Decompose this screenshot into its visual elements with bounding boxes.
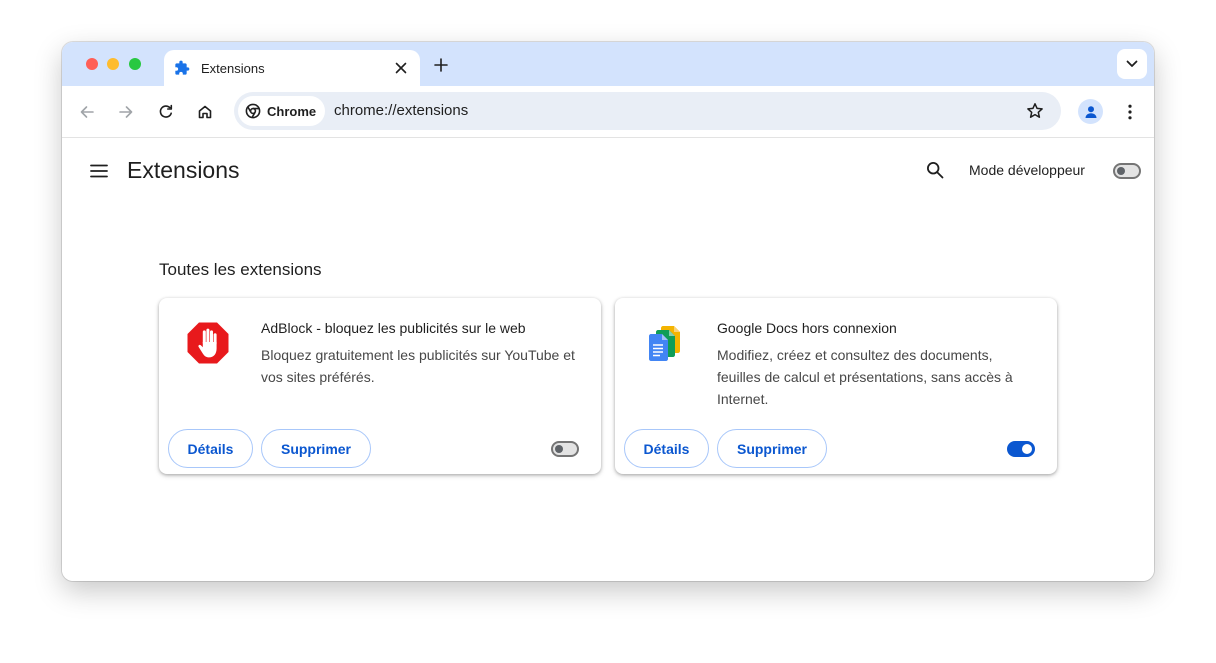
puzzle-icon (174, 60, 190, 76)
browser-window: Extensions Chrome chrome://extensions Ex… (62, 42, 1154, 581)
bookmark-button[interactable] (1024, 100, 1046, 122)
home-button[interactable] (193, 100, 217, 124)
remove-button[interactable]: Supprimer (261, 429, 371, 468)
browser-menu-button[interactable] (1120, 100, 1140, 124)
extension-name: AdBlock - bloquez les publicités sur le … (261, 320, 526, 336)
tab-search-button[interactable] (1117, 49, 1147, 79)
omnibox[interactable]: Chrome chrome://extensions (234, 92, 1061, 130)
minimize-window-button[interactable] (107, 58, 119, 70)
person-icon (1085, 105, 1096, 118)
search-icon (926, 161, 944, 179)
extension-card-google-docs: Google Docs hors connexion Modifiez, cré… (615, 298, 1057, 474)
toggle-knob (1117, 167, 1125, 175)
forward-button[interactable] (114, 100, 138, 124)
close-icon[interactable] (392, 59, 410, 77)
plus-icon (434, 58, 448, 72)
extension-card-adblock: AdBlock - bloquez les publicités sur le … (159, 298, 601, 474)
remove-button[interactable]: Supprimer (717, 429, 827, 468)
arrow-right-icon (119, 106, 133, 118)
profile-button[interactable] (1078, 99, 1103, 124)
url-text[interactable]: chrome://extensions (334, 102, 468, 119)
toggle-knob (1022, 444, 1032, 454)
chip-label: Chrome (267, 103, 317, 119)
developer-mode-label: Mode développeur (969, 162, 1085, 178)
extensions-page: Extensions Mode développeur Toutes les e… (62, 138, 1154, 581)
chrome-icon (245, 103, 261, 119)
details-button[interactable]: Détails (168, 429, 253, 468)
extension-enable-toggle[interactable] (551, 441, 579, 457)
extension-description: Bloquez gratuitement les publicités sur … (261, 347, 575, 385)
section-title: Toutes les extensions (159, 260, 322, 279)
new-tab-button[interactable] (430, 54, 452, 76)
extension-enable-toggle[interactable] (1007, 441, 1035, 457)
tab-title: Extensions (201, 60, 265, 76)
google-docs-icon (641, 320, 687, 366)
extension-description: Modifiez, créez et consultez des documen… (717, 347, 1013, 407)
tab-strip: Extensions (62, 42, 1154, 86)
developer-mode-toggle[interactable] (1113, 163, 1141, 179)
tab-extensions[interactable]: Extensions (164, 50, 420, 86)
details-button[interactable]: Détails (624, 429, 709, 468)
reload-icon (159, 104, 173, 118)
sidebar-menu-button[interactable] (88, 160, 110, 182)
adblock-icon (185, 320, 231, 366)
more-vert-icon (1128, 104, 1132, 120)
zoom-window-button[interactable] (129, 58, 141, 70)
chevron-down-icon (1126, 60, 1138, 67)
arrow-left-icon (80, 106, 94, 118)
site-info-chip[interactable]: Chrome (238, 96, 326, 126)
menu-icon (90, 164, 108, 178)
home-icon (198, 105, 212, 119)
toolbar: Chrome chrome://extensions (62, 86, 1154, 138)
search-extensions-button[interactable] (924, 159, 946, 181)
reload-button[interactable] (154, 100, 178, 124)
back-button[interactable] (75, 100, 99, 124)
extension-name: Google Docs hors connexion (717, 320, 897, 336)
star-icon (1027, 103, 1043, 118)
close-window-button[interactable] (86, 58, 98, 70)
page-title: Extensions (127, 157, 240, 183)
toggle-knob (555, 445, 563, 453)
